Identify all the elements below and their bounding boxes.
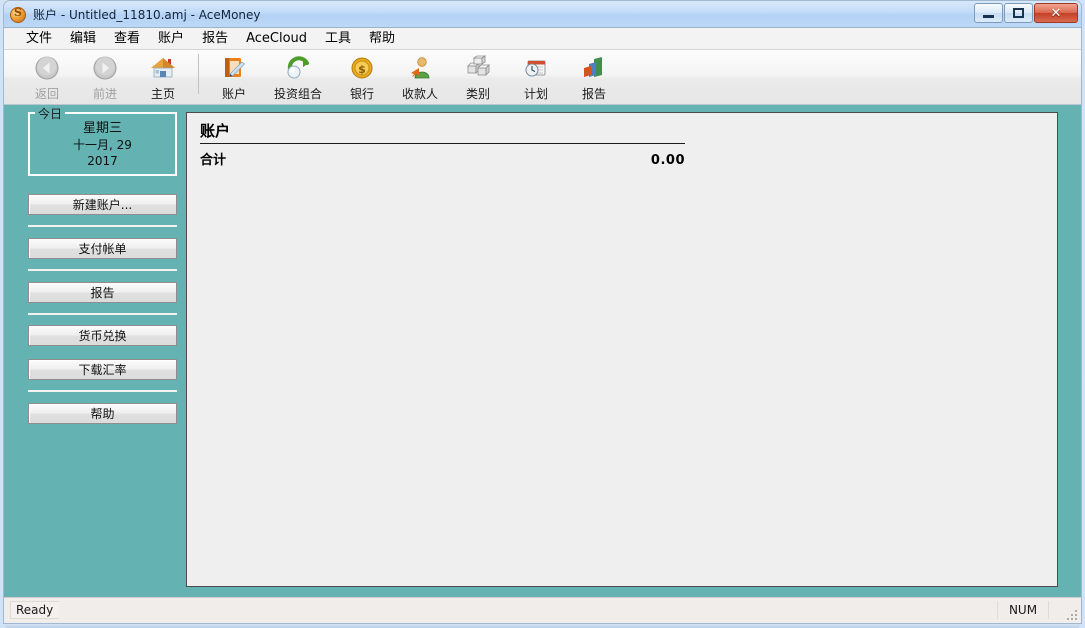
- toolbar-button-forward[interactable]: 前进: [76, 50, 134, 102]
- portfolio-refresh-icon: [283, 54, 313, 82]
- maximize-button[interactable]: [1004, 3, 1033, 23]
- svg-text:$: $: [358, 63, 366, 76]
- page-title: 账户: [200, 122, 231, 140]
- today-weekday: 星期三: [82, 121, 122, 136]
- minimize-button[interactable]: [974, 3, 1003, 23]
- toolbar-label-back: 返回: [34, 87, 59, 101]
- payee-person-icon: [405, 54, 435, 82]
- total-value: 0.00: [650, 153, 685, 168]
- app-coin-icon: [10, 6, 26, 23]
- accounts-total-row: 合计 0.00: [200, 149, 685, 168]
- sidebar-button-reports[interactable]: 报告: [28, 282, 177, 303]
- forward-arrow-icon: [90, 54, 120, 82]
- toolbar-button-categories[interactable]: 类别: [449, 50, 507, 102]
- accounts-panel: 账户 合计 0.00: [186, 112, 1058, 587]
- resize-grip[interactable]: [1063, 606, 1077, 620]
- today-groupbox-title: 今日: [35, 105, 66, 122]
- sidebar-separator-1: [28, 225, 177, 227]
- toolbar-button-payees[interactable]: 收款人: [391, 50, 449, 102]
- close-button[interactable]: ✕: [1034, 3, 1078, 23]
- menu-item-view[interactable]: 查看: [105, 29, 149, 48]
- menu-item-accounts[interactable]: 账户: [149, 29, 193, 48]
- toolbar-label-schedule: 计划: [523, 87, 548, 101]
- toolbar-label-categories: 类别: [465, 87, 490, 101]
- toolbar-label-portfolio: 投资组合: [273, 87, 322, 101]
- maximize-icon: [1005, 4, 1032, 22]
- account-book-icon: [219, 54, 249, 82]
- main-toolbar: 返回 前进 主页 账户 投资组合 $ 银行 收款人 类别 计划 报告: [4, 50, 1081, 105]
- sidebar-separator-2: [28, 269, 177, 271]
- menu-bar: 文件 编辑 查看 账户 报告 AceCloud 工具 帮助: [4, 28, 1081, 50]
- sidebar-separator-3: [28, 313, 177, 315]
- bank-coin-icon: $: [347, 54, 377, 82]
- today-year: 2017: [87, 154, 118, 168]
- sidebar-button-currency-exchange[interactable]: 货币兑换: [28, 325, 177, 346]
- toolbar-button-accounts[interactable]: 账户: [205, 50, 263, 102]
- title-bar-content: 账户 - Untitled_11810.amj - AceMoney: [10, 4, 261, 25]
- reports-chart-icon: [579, 54, 609, 82]
- toolbar-button-back[interactable]: 返回: [18, 50, 76, 102]
- toolbar-button-bank[interactable]: $ 银行: [333, 50, 391, 102]
- today-monthday: 十一月, 29: [73, 138, 132, 152]
- sidebar-button-pay-bills[interactable]: 支付帐单: [28, 238, 177, 259]
- window-controls: ✕: [973, 3, 1078, 24]
- toolbar-separator: [198, 54, 199, 94]
- menu-item-edit[interactable]: 编辑: [61, 29, 105, 48]
- menu-item-reports[interactable]: 报告: [193, 29, 237, 48]
- client-area: 今日 星期三 十一月, 29 2017 新建账户... 支付帐单 报告 货币兑换…: [4, 105, 1081, 599]
- toolbar-button-home[interactable]: 主页: [134, 50, 192, 102]
- menu-item-acecloud[interactable]: AceCloud: [237, 29, 316, 48]
- minimize-icon: [975, 4, 1002, 22]
- title-bar: 账户 - Untitled_11810.amj - AceMoney ✕: [4, 1, 1081, 28]
- toolbar-button-portfolio[interactable]: 投资组合: [263, 50, 333, 102]
- sidebar-separator-4: [28, 390, 177, 392]
- menu-item-help[interactable]: 帮助: [360, 29, 404, 48]
- window-title: 账户 - Untitled_11810.amj - AceMoney: [33, 8, 261, 22]
- sidebar-button-new-account[interactable]: 新建账户...: [28, 194, 177, 215]
- schedule-calendar-icon: [521, 54, 551, 82]
- toolbar-label-forward: 前进: [92, 87, 117, 101]
- close-icon: ✕: [1050, 5, 1062, 21]
- total-label: 合计: [200, 153, 227, 168]
- menu-item-tools[interactable]: 工具: [316, 29, 360, 48]
- menu-item-file[interactable]: 文件: [17, 29, 61, 48]
- accounts-panel-header: 账户: [200, 121, 685, 144]
- toolbar-label-accounts: 账户: [221, 87, 246, 101]
- application-window: 账户 - Untitled_11810.amj - AceMoney ✕ 文件 …: [0, 0, 1085, 628]
- sidebar-button-download-rates[interactable]: 下载汇率: [28, 359, 177, 380]
- sidebar-button-help[interactable]: 帮助: [28, 403, 177, 424]
- title-divider: [200, 143, 685, 144]
- toolbar-label-home: 主页: [150, 87, 175, 101]
- status-num-indicator: NUM: [997, 601, 1049, 619]
- home-icon: [148, 54, 178, 82]
- window-frame: 账户 - Untitled_11810.amj - AceMoney ✕ 文件 …: [3, 0, 1082, 624]
- toolbar-button-schedule[interactable]: 计划: [507, 50, 565, 102]
- toolbar-label-bank: 银行: [349, 87, 374, 101]
- toolbar-label-payees: 收款人: [401, 87, 438, 101]
- today-date: 星期三 十一月, 29 2017: [30, 121, 175, 169]
- sidebar: 今日 星期三 十一月, 29 2017 新建账户... 支付帐单 报告 货币兑换…: [4, 105, 185, 599]
- categories-blocks-icon: [463, 54, 493, 82]
- toolbar-button-reports[interactable]: 报告: [565, 50, 623, 102]
- status-message: Ready: [10, 601, 60, 619]
- window-bottom-edge: [4, 624, 1081, 628]
- back-arrow-icon: [32, 54, 62, 82]
- toolbar-label-reports: 报告: [581, 87, 606, 101]
- status-bar: Ready NUM: [4, 597, 1081, 623]
- today-groupbox: 今日 星期三 十一月, 29 2017: [28, 105, 177, 176]
